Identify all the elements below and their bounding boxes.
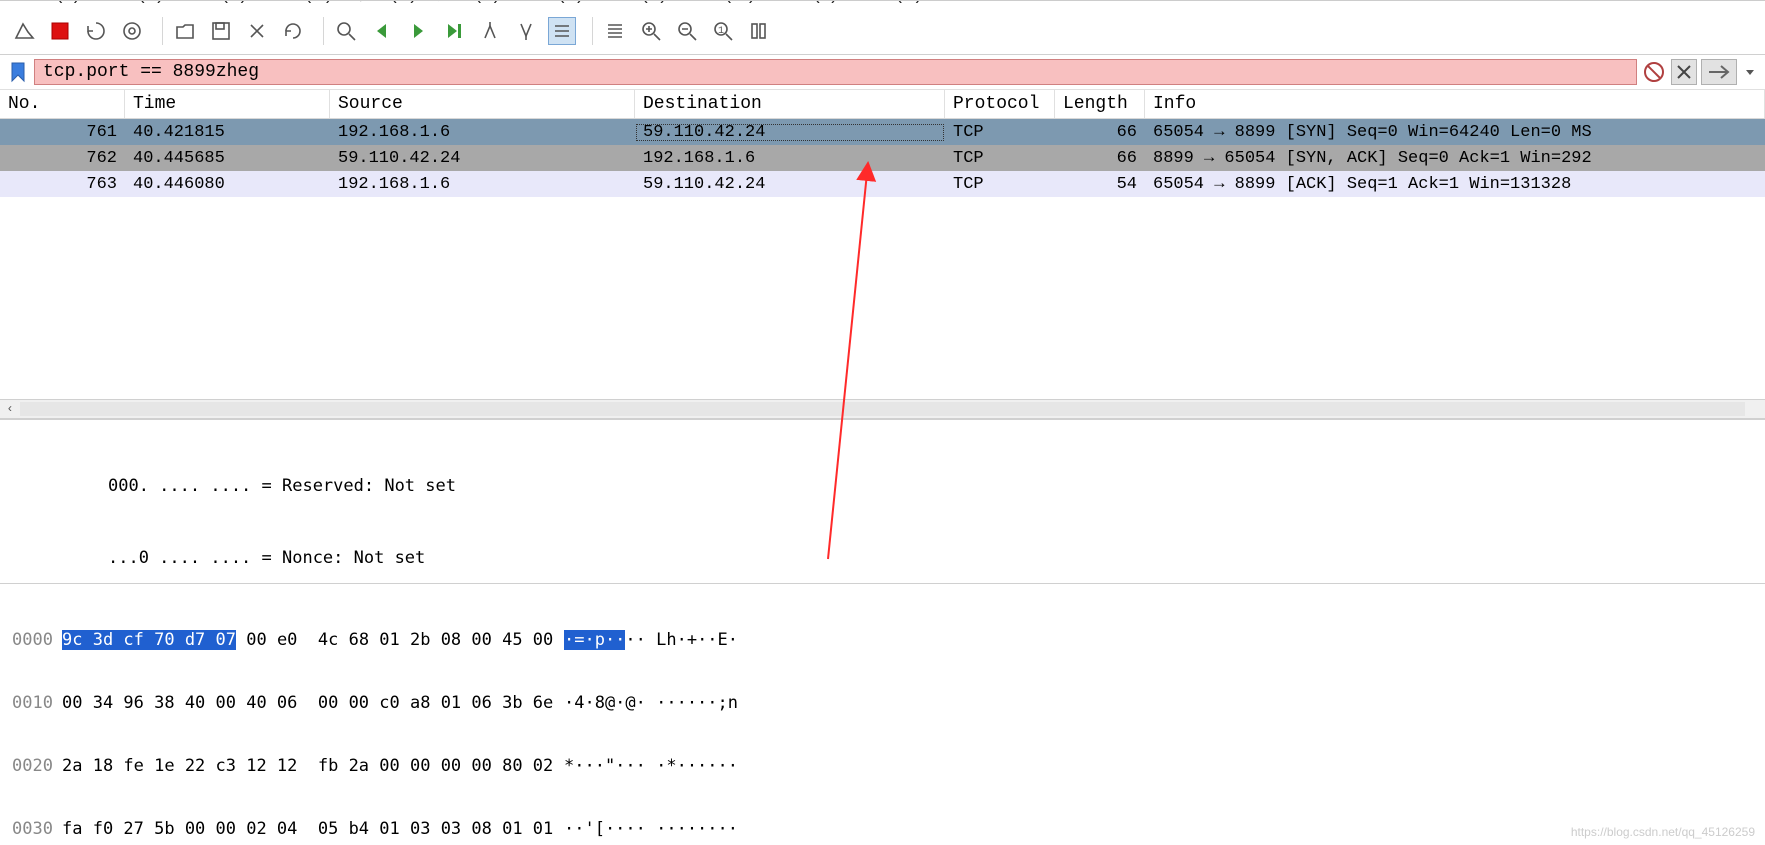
display-filter-input[interactable] xyxy=(34,59,1637,85)
hex-ascii: *···"··· ·*······ xyxy=(552,756,738,777)
hex-ascii: ··'[···· ········ xyxy=(552,819,738,840)
save-file-icon[interactable] xyxy=(207,17,235,45)
hex-offset: 0030 xyxy=(0,819,62,840)
menu-edit[interactable]: 编辑(E) xyxy=(100,1,163,5)
hex-bytes: 2a 18 fe 1e 22 c3 12 12 fb 2a 00 00 00 0… xyxy=(62,756,552,777)
cell-no: 763 xyxy=(0,175,125,194)
column-protocol[interactable]: Protocol xyxy=(945,90,1055,118)
cell-source: 59.110.42.24 xyxy=(330,149,635,168)
cell-info: 8899 → 65054 [SYN, ACK] Seq=0 Ack=1 Win=… xyxy=(1145,149,1765,168)
detail-line[interactable]: 000. .... .... = Reserved: Not set xyxy=(0,474,1765,498)
packet-details-pane[interactable]: 000. .... .... = Reserved: Not set ...0 … xyxy=(0,419,1765,584)
toolbar: 1 xyxy=(0,9,1765,55)
cell-length: 66 xyxy=(1055,149,1145,168)
hex-bytes: 9c 3d cf 70 d7 07 00 e0 4c 68 01 2b 08 0… xyxy=(62,630,552,651)
hex-ascii: ·=·p···· Lh·+··E· xyxy=(552,630,738,651)
cell-time: 40.421815 xyxy=(125,123,330,142)
hex-bytes: fa f0 27 5b 00 00 02 04 05 b4 01 03 03 0… xyxy=(62,819,552,840)
cell-protocol: TCP xyxy=(945,149,1055,168)
zoom-out-icon[interactable] xyxy=(673,17,701,45)
menu-tools[interactable]: 工具(T) xyxy=(775,1,837,5)
cell-time: 40.446080 xyxy=(125,175,330,194)
column-length[interactable]: Length xyxy=(1055,90,1145,118)
zoom-reset-icon[interactable]: 1 xyxy=(709,17,737,45)
packet-list[interactable]: 761 40.421815 192.168.1.6 59.110.42.24 T… xyxy=(0,119,1765,399)
resize-columns-icon[interactable] xyxy=(745,17,773,45)
display-filter-bar xyxy=(0,55,1765,90)
zoom-in-icon[interactable] xyxy=(637,17,665,45)
menu-telephony[interactable]: 电话(Y) xyxy=(603,1,666,5)
scroll-track[interactable] xyxy=(20,402,1745,416)
cell-destination: 59.110.42.24 xyxy=(635,175,945,194)
column-info[interactable]: Info xyxy=(1145,90,1765,118)
menu-capture[interactable]: 捕获(C) xyxy=(352,1,416,5)
hex-row[interactable]: 0000 9c 3d cf 70 d7 07 00 e0 4c 68 01 2b… xyxy=(0,630,1765,651)
go-last-icon[interactable] xyxy=(512,17,540,45)
menu-go[interactable]: 跳转(G) xyxy=(267,1,332,5)
shark-fin-icon[interactable] xyxy=(10,17,38,45)
menu-stats[interactable]: 统计(S) xyxy=(520,1,583,5)
capture-options-icon[interactable] xyxy=(118,17,146,45)
filter-bookmark-icon[interactable] xyxy=(6,60,30,84)
cell-info: 65054 → 8899 [ACK] Seq=1 Ack=1 Win=13132… xyxy=(1145,175,1765,194)
detail-line[interactable]: ...0 .... .... = Nonce: Not set xyxy=(0,546,1765,570)
menu-wireless[interactable]: 无线(W) xyxy=(687,1,756,5)
go-first-icon[interactable] xyxy=(476,17,504,45)
packet-row[interactable]: 761 40.421815 192.168.1.6 59.110.42.24 T… xyxy=(0,119,1765,145)
menu-help[interactable]: 帮助(H) xyxy=(858,1,922,5)
go-back-icon[interactable] xyxy=(368,17,396,45)
stop-capture-icon[interactable] xyxy=(46,17,74,45)
menu-bar: 文件(F) 编辑(E) 视图(V) 跳转(G) 捕获(C) 分析(A) 统计(S… xyxy=(0,1,1765,9)
packet-row[interactable]: 763 40.446080 192.168.1.6 59.110.42.24 T… xyxy=(0,171,1765,197)
hex-row[interactable]: 0020 2a 18 fe 1e 22 c3 12 12 fb 2a 00 00… xyxy=(0,756,1765,777)
menu-analyze[interactable]: 分析(A) xyxy=(437,1,500,5)
column-no[interactable]: No. xyxy=(0,90,125,118)
column-time[interactable]: Time xyxy=(125,90,330,118)
autoscroll-icon[interactable] xyxy=(548,17,576,45)
menu-view[interactable]: 视图(V) xyxy=(184,1,247,5)
find-icon[interactable] xyxy=(332,17,360,45)
cell-info: 65054 → 8899 [SYN] Seq=0 Win=64240 Len=0… xyxy=(1145,123,1765,142)
cell-length: 66 xyxy=(1055,123,1145,142)
menu-file[interactable]: 文件(F) xyxy=(18,1,80,5)
reload-icon[interactable] xyxy=(279,17,307,45)
watermark: https://blog.csdn.net/qq_45126259 xyxy=(1571,825,1755,839)
scroll-left-icon[interactable]: ‹ xyxy=(0,400,20,418)
packet-list-header: No. Time Source Destination Protocol Len… xyxy=(0,90,1765,119)
cell-no: 762 xyxy=(0,149,125,168)
filter-apply-icon[interactable] xyxy=(1701,59,1737,85)
restart-capture-icon[interactable] xyxy=(82,17,110,45)
colorize-icon[interactable] xyxy=(601,17,629,45)
filter-invalid-icon xyxy=(1641,59,1667,85)
hex-offset: 0010 xyxy=(0,693,62,714)
cell-protocol: TCP xyxy=(945,123,1055,142)
packet-list-scrollbar[interactable]: ‹ › xyxy=(0,399,1765,419)
packet-row[interactable]: 762 40.445685 59.110.42.24 192.168.1.6 T… xyxy=(0,145,1765,171)
hex-ascii: ·4·8@·@· ······;n xyxy=(552,693,738,714)
cell-destination: 59.110.42.24 xyxy=(635,123,945,142)
column-source[interactable]: Source xyxy=(330,90,635,118)
svg-text:1: 1 xyxy=(718,26,724,37)
hex-offset: 0020 xyxy=(0,756,62,777)
hex-row[interactable]: 0030 fa f0 27 5b 00 00 02 04 05 b4 01 03… xyxy=(0,819,1765,840)
cell-no: 761 xyxy=(0,123,125,142)
hex-row[interactable]: 0010 00 34 96 38 40 00 40 06 00 00 c0 a8… xyxy=(0,693,1765,714)
packet-bytes-pane[interactable]: 0000 9c 3d cf 70 d7 07 00 e0 4c 68 01 2b… xyxy=(0,584,1765,845)
cell-length: 54 xyxy=(1055,175,1145,194)
cell-protocol: TCP xyxy=(945,175,1055,194)
hex-bytes: 00 34 96 38 40 00 40 06 00 00 c0 a8 01 0… xyxy=(62,693,552,714)
go-forward-icon[interactable] xyxy=(404,17,432,45)
close-file-icon[interactable] xyxy=(243,17,271,45)
column-destination[interactable]: Destination xyxy=(635,90,945,118)
go-to-packet-icon[interactable] xyxy=(440,17,468,45)
cell-destination: 192.168.1.6 xyxy=(635,149,945,168)
cell-source: 192.168.1.6 xyxy=(330,123,635,142)
cell-time: 40.445685 xyxy=(125,149,330,168)
filter-clear-icon[interactable] xyxy=(1671,59,1697,85)
cell-source: 192.168.1.6 xyxy=(330,175,635,194)
open-file-icon[interactable] xyxy=(171,17,199,45)
hex-offset: 0000 xyxy=(0,630,62,651)
filter-dropdown-icon[interactable] xyxy=(1741,59,1759,85)
